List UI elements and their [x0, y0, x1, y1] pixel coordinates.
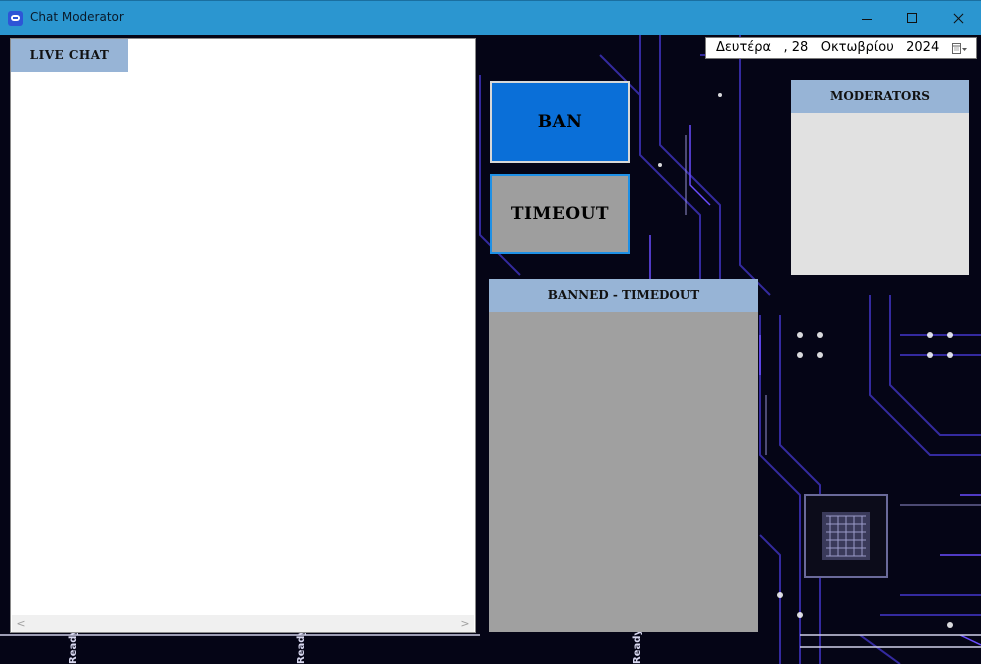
svg-text:Ready: Ready [68, 629, 79, 664]
title-bar: Chat Moderator [0, 0, 981, 35]
live-chat-panel[interactable]: LIVE CHAT < > [10, 38, 476, 633]
close-button[interactable] [935, 1, 981, 35]
calendar-dropdown-icon[interactable] [952, 42, 968, 56]
scroll-left-icon[interactable]: < [14, 616, 28, 631]
date-picker[interactable]: Δευτέρα , 28 Οκτωβρίου 2024 [705, 37, 977, 59]
chat-bubble-icon [8, 11, 23, 26]
banned-timedout-label: BANNED - TIMEDOUT [489, 279, 758, 312]
window-title: Chat Moderator [30, 10, 124, 24]
moderators-label: MODERATORS [791, 80, 969, 113]
banned-timedout-panel[interactable]: BANNED - TIMEDOUT [489, 279, 758, 632]
horizontal-scrollbar[interactable]: < > [12, 615, 474, 632]
date-value: Δευτέρα , 28 Οκτωβρίου 2024 [716, 40, 940, 55]
svg-text:Ready: Ready [296, 629, 307, 664]
maximize-button[interactable] [889, 1, 935, 35]
live-chat-label: LIVE CHAT [11, 39, 128, 72]
minimize-button[interactable] [844, 1, 890, 35]
scroll-right-icon[interactable]: > [458, 616, 472, 631]
ban-button[interactable]: BAN [490, 81, 630, 163]
moderators-panel[interactable]: MODERATORS [791, 80, 969, 275]
timeout-button[interactable]: TIMEOUT [490, 174, 630, 254]
main-client-area: Ready Ready Ready LIVE CHAT < > Δευτέρα … [0, 35, 981, 664]
svg-text:Ready: Ready [632, 629, 643, 664]
